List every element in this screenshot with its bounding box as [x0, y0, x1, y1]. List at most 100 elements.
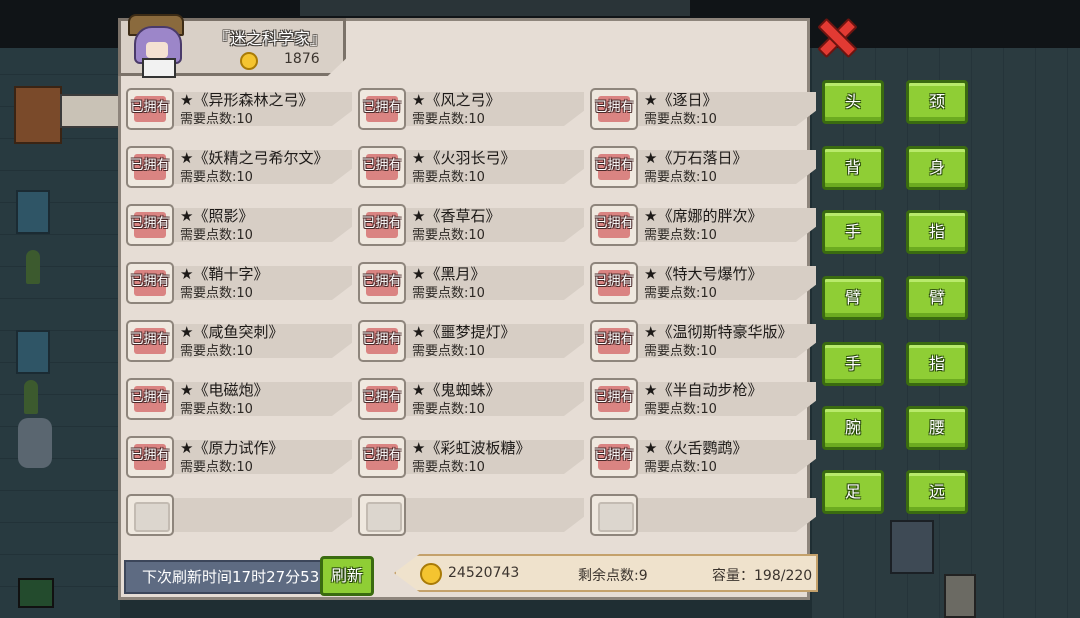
shelf: [60, 94, 120, 128]
item-bar: [152, 498, 352, 532]
capacity: 容量：198/220: [712, 568, 813, 584]
item-cost: 需要点数:10: [644, 112, 717, 127]
item-cost: 需要点数:10: [180, 170, 253, 185]
item-name: ★《噩梦提灯》: [412, 323, 516, 341]
equip-slot-button[interactable]: 手: [822, 210, 884, 254]
item-name: ★《万石落日》: [644, 149, 748, 167]
owned-label: 已拥有: [594, 100, 634, 115]
shop-item[interactable]: 已拥有 ★《异形森林之弓》 需要点数:10: [122, 86, 352, 134]
item-cost: 需要点数:10: [644, 286, 717, 301]
shop-item[interactable]: 已拥有 ★《咸鱼突刺》 需要点数:10: [122, 318, 352, 366]
item-icon-slot: [590, 494, 638, 536]
item-name: ★《彩虹波板糖》: [412, 439, 531, 457]
coin-icon: [240, 51, 258, 70]
shop-item[interactable]: 已拥有 ★《原力试作》 需要点数:10: [122, 434, 352, 482]
plant: [26, 250, 40, 284]
shop-item[interactable]: 已拥有 ★《逐日》需要点数:10: [586, 86, 816, 134]
shop-item[interactable]: 已拥有 ★《半自动步枪》 需要点数:10: [586, 376, 816, 424]
equip-slot-button[interactable]: 腕: [822, 406, 884, 450]
owned-label: 已拥有: [130, 100, 170, 115]
refresh-button[interactable]: 刷新: [320, 556, 374, 596]
item-cost: 需要点数:10: [644, 228, 717, 243]
item-cost: 需要点数:10: [180, 402, 253, 417]
equip-slot-button[interactable]: 足: [822, 470, 884, 514]
shop-item[interactable]: 已拥有 ★《特大号爆竹》 需要点数:10: [586, 260, 816, 308]
item-cost: 需要点数:10: [180, 228, 253, 243]
shop-item[interactable]: 已拥有 ★《风之弓》 需要点数:10: [354, 86, 584, 134]
item-name: ★《席娜的胖次》: [644, 207, 763, 225]
equip-slot-button[interactable]: 腰: [906, 406, 968, 450]
stats-bar: 24520743 剩余点数:9 容量：198/220: [394, 554, 818, 592]
equip-slot-button[interactable]: 指: [906, 342, 968, 386]
owned-label: 已拥有: [594, 390, 634, 405]
item-cost: 需要点数:10: [180, 286, 253, 301]
shop-item[interactable]: 已拥有 ★《鬼蜘蛛》 需要点数:10: [354, 376, 584, 424]
shop-item[interactable]: 已拥有 ★《彩虹波板糖》 需要点数:10: [354, 434, 584, 482]
item-cost: 需要点数:10: [180, 112, 253, 127]
owned-label: 已拥有: [130, 448, 170, 463]
item-cost: 需要点数:10: [412, 228, 485, 243]
item-name: ★《半自动步枪》: [644, 381, 763, 399]
item-name: ★《温彻斯特豪华版》: [644, 323, 793, 341]
doorway: [300, 0, 690, 16]
item-cost: 需要点数:10: [644, 170, 717, 185]
shop-item[interactable]: 已拥有 ★《妖精之弓希尔文》 需要点数:10: [122, 144, 352, 192]
equip-slot-button[interactable]: 远: [906, 470, 968, 514]
equip-slot-button[interactable]: 手: [822, 342, 884, 386]
item-name: ★《风之弓》: [412, 91, 501, 109]
shop-item[interactable]: 已拥有 ★《火羽长弓》 需要点数:10: [354, 144, 584, 192]
chair: [16, 190, 50, 234]
owned-label: 已拥有: [362, 390, 402, 405]
shop-item[interactable]: 已拥有 ★《鞘十字》 需要点数:10: [122, 260, 352, 308]
shop-item[interactable]: 已拥有 ★《火舌鹦鹉》 需要点数:10: [586, 434, 816, 482]
owned-label: 已拥有: [362, 448, 402, 463]
plant: [24, 380, 38, 414]
shop-item[interactable]: 已拥有 ★《香草石》 需要点数:10: [354, 202, 584, 250]
equip-slot-button[interactable]: 指: [906, 210, 968, 254]
item-name: ★《逐日》: [644, 91, 718, 109]
item-cost: 需要点数:10: [412, 286, 485, 301]
equip-slot-button[interactable]: 背: [822, 146, 884, 190]
coin-icon: [420, 563, 442, 585]
item-cost: 需要点数:10: [644, 460, 717, 475]
close-icon[interactable]: [818, 18, 852, 52]
item-name: ★《电磁炮》: [180, 381, 269, 399]
item-name: ★《妖精之弓希尔文》: [180, 149, 329, 167]
empty-slot-icon: [598, 502, 634, 532]
empty-item-slot: [122, 492, 352, 540]
owned-label: 已拥有: [362, 158, 402, 173]
equip-slot-button[interactable]: 臂: [822, 276, 884, 320]
owned-label: 已拥有: [362, 332, 402, 347]
shop-item[interactable]: 已拥有 ★《黑月》 需要点数:10: [354, 260, 584, 308]
item-icon-slot: [358, 494, 406, 536]
owned-label: 已拥有: [362, 216, 402, 231]
item-cost: 需要点数:10: [412, 402, 485, 417]
empty-slot-icon: [366, 502, 402, 532]
owned-label: 已拥有: [130, 158, 170, 173]
empty-item-slot: [354, 492, 584, 540]
refresh-timer: 下次刷新时间17时27分53: [124, 560, 324, 594]
shop-item[interactable]: 已拥有 ★《噩梦提灯》 需要点数:10: [354, 318, 584, 366]
body: [142, 58, 176, 78]
remaining-points: 剩余点数:9: [578, 568, 648, 584]
item-cost: 需要点数:10: [412, 170, 485, 185]
shop-item[interactable]: 已拥有 ★《万石落日》 需要点数:10: [586, 144, 816, 192]
item-name: ★《火羽长弓》: [412, 149, 516, 167]
empty-item-slot: [586, 492, 816, 540]
owned-label: 已拥有: [130, 332, 170, 347]
shop-item[interactable]: 已拥有 ★《席娜的胖次》 需要点数:10: [586, 202, 816, 250]
equip-slot-button[interactable]: 颈: [906, 80, 968, 124]
shop-title: 『迷之科学家』: [213, 29, 326, 48]
item-cost: 需要点数:10: [412, 344, 485, 359]
item-cost: 需要点数:10: [180, 460, 253, 475]
equip-slot-button[interactable]: 头: [822, 80, 884, 124]
item-name: ★《异形森林之弓》: [180, 91, 314, 109]
item-cost: 需要点数:10: [412, 460, 485, 475]
equip-slot-button[interactable]: 臂: [906, 276, 968, 320]
face: [146, 42, 168, 58]
machine: [890, 520, 934, 574]
shop-item[interactable]: 已拥有 ★《温彻斯特豪华版》 需要点数:10: [586, 318, 816, 366]
equip-slot-button[interactable]: 身: [906, 146, 968, 190]
shop-item[interactable]: 已拥有 ★《电磁炮》 需要点数:10: [122, 376, 352, 424]
shop-item[interactable]: 已拥有 ★《照影》 需要点数:10: [122, 202, 352, 250]
